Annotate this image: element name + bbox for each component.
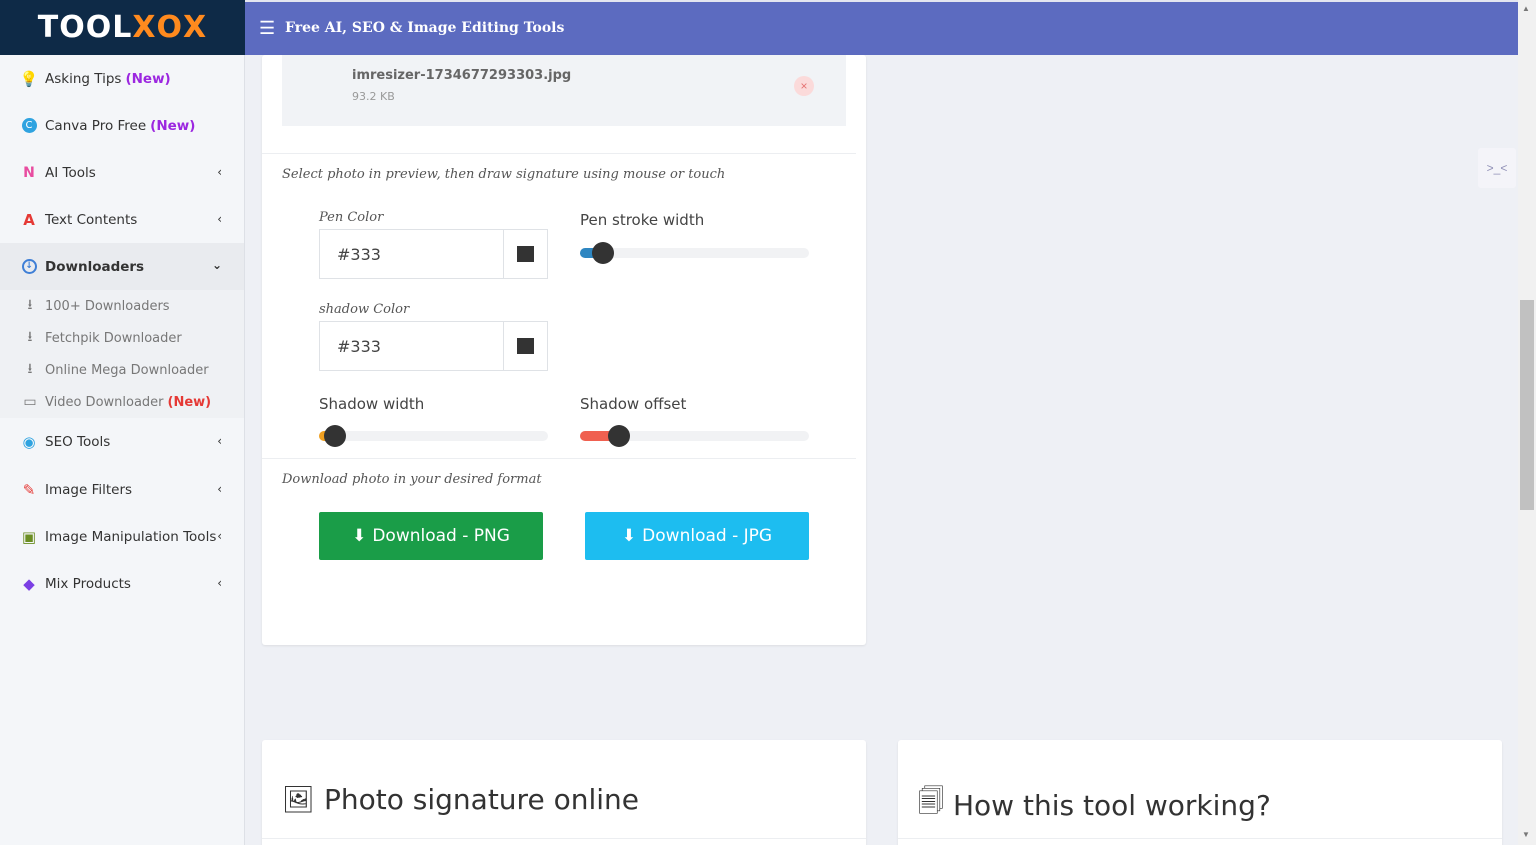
chevron-left-icon: ‹ xyxy=(217,212,222,226)
download-icon: ⬇ xyxy=(352,526,367,546)
ai-icon: N xyxy=(23,164,35,181)
download-jpg-button[interactable]: ⬇ Download - JPG xyxy=(585,512,809,560)
download-icon: ⭳ xyxy=(27,329,33,345)
lightbulb-icon: 💡 xyxy=(19,69,39,88)
how-tool-works-title: 🗐 How this tool working? xyxy=(918,783,1271,827)
sidebar-item-downloaders[interactable]: ↓ Downloaders ⌄ xyxy=(0,243,244,290)
color-swatch xyxy=(517,246,534,262)
shadow-color-input[interactable]: #333 xyxy=(319,321,548,371)
copy-icon: 🗐 xyxy=(918,787,944,817)
sidebar-subitem-video-downloader[interactable]: ▭ Video Downloader (New) xyxy=(0,386,244,418)
sidebar-item-mix-products[interactable]: ◆ Mix Products ‹ xyxy=(0,560,244,607)
hamburger-icon[interactable]: ☰ xyxy=(259,18,277,38)
download-icon: ⭳ xyxy=(27,297,33,313)
text-icon: A xyxy=(23,210,35,229)
sidebar-item-text-contents[interactable]: A Text Contents ‹ xyxy=(0,196,244,243)
pen-color-picker[interactable] xyxy=(503,230,547,278)
pen-color-label: Pen Color xyxy=(319,210,384,225)
sidebar-subitem-100-downloaders[interactable]: ⭳ 100+ Downloaders xyxy=(0,290,244,322)
download-icon: ⬇ xyxy=(621,526,637,546)
download-hint: Download photo in your desired format xyxy=(282,472,542,487)
layers-icon: ◆ xyxy=(23,574,35,593)
color-swatch xyxy=(517,338,534,354)
image-icon: 🖼 xyxy=(282,784,316,815)
photo-signature-title: 🖼 Photo signature online xyxy=(282,783,639,816)
chevron-left-icon: ‹ xyxy=(217,529,222,543)
sidebar-item-seo-tools[interactable]: ◉ SEO Tools ‹ xyxy=(0,418,244,465)
shadow-width-label: Shadow width xyxy=(319,395,425,413)
seo-icon: ◉ xyxy=(22,432,36,451)
scroll-down-icon[interactable]: ▼ xyxy=(1522,830,1530,839)
chevron-left-icon: ‹ xyxy=(217,165,222,179)
sidebar-item-ai-tools[interactable]: N AI Tools ‹ xyxy=(0,149,244,196)
sidebar: 💡 Asking Tips (New) C Canva Pro Free (Ne… xyxy=(0,55,245,845)
code-icon: >_< xyxy=(1486,161,1508,175)
pen-stroke-slider[interactable] xyxy=(580,242,809,264)
sidebar-item-image-filters[interactable]: ✎ Image Filters ‹ xyxy=(0,466,244,513)
sidebar-item-canva-pro[interactable]: C Canva Pro Free (New) xyxy=(0,102,244,149)
pen-color-input[interactable]: #333 xyxy=(319,229,548,279)
scrollbar-thumb[interactable] xyxy=(1520,300,1534,510)
scroll-up-icon[interactable]: ▲ xyxy=(1522,4,1530,13)
file-name: imresizer-1734677293303.jpg xyxy=(352,68,572,83)
chevron-left-icon: ‹ xyxy=(217,576,222,590)
pen-stroke-label: Pen stroke width xyxy=(580,211,705,229)
file-size: 93.2 KB xyxy=(352,90,395,103)
chevron-left-icon: ‹ xyxy=(217,482,222,496)
shadow-offset-slider[interactable] xyxy=(580,425,809,447)
download-icon: ⭳ xyxy=(27,361,33,377)
divider xyxy=(262,458,856,459)
header-title: Free AI, SEO & Image Editing Tools xyxy=(285,20,565,36)
image-icon: ▣ xyxy=(21,527,37,546)
divider xyxy=(898,838,1502,839)
divider xyxy=(262,838,866,839)
slider-thumb[interactable] xyxy=(592,242,614,264)
shadow-color-label: shadow Color xyxy=(319,302,410,317)
shadow-width-slider[interactable] xyxy=(319,425,548,447)
brush-icon: ✎ xyxy=(22,480,36,499)
chevron-down-icon: ⌄ xyxy=(211,258,222,272)
shadow-offset-label: Shadow offset xyxy=(580,395,687,413)
chevron-left-icon: ‹ xyxy=(217,434,222,448)
logo[interactable]: TOOL X O X xyxy=(0,0,245,55)
sidebar-item-image-manipulation[interactable]: ▣ Image Manipulation Tools ‹ xyxy=(0,513,244,560)
slider-thumb[interactable] xyxy=(324,425,346,447)
page-scrollbar[interactable]: ▲ ▼ xyxy=(1518,0,1536,845)
remove-file-button[interactable]: × xyxy=(794,76,814,96)
download-png-button[interactable]: ⬇ Download - PNG xyxy=(319,512,543,560)
sidebar-subitem-online-mega[interactable]: ⭳ Online Mega Downloader xyxy=(0,354,244,386)
shadow-color-picker[interactable] xyxy=(503,322,547,370)
slider-thumb[interactable] xyxy=(608,425,630,447)
floating-toggle-button[interactable]: >_< xyxy=(1478,148,1516,188)
monitor-icon: ▭ xyxy=(23,394,37,410)
sidebar-item-asking-tips[interactable]: 💡 Asking Tips (New) xyxy=(0,55,244,102)
canva-icon: C xyxy=(20,117,38,135)
sidebar-subitem-fetchpik[interactable]: ⭳ Fetchpik Downloader xyxy=(0,322,244,354)
download-circle-icon: ↓ xyxy=(20,258,38,276)
draw-hint: Select photo in preview, then draw signa… xyxy=(282,167,726,182)
divider xyxy=(262,153,856,154)
